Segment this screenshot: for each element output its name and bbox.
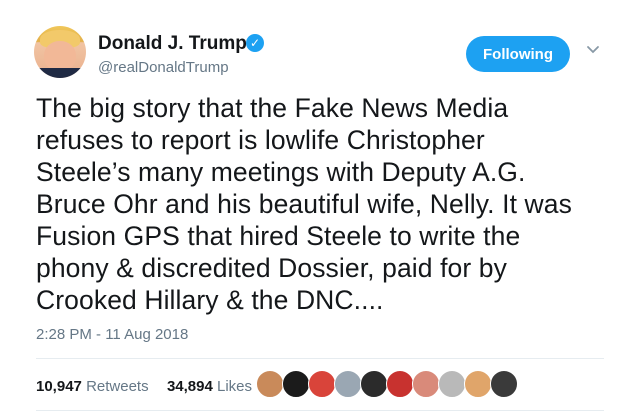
divider-top <box>36 358 604 359</box>
tweet-line: Fusion GPS that hired Steele to write th… <box>36 221 521 251</box>
likes-label[interactable]: Likes <box>217 378 252 395</box>
tweet-line: Bruce Ohr and his beautiful wife, Nelly.… <box>36 189 572 219</box>
liker-avatar-8[interactable] <box>438 370 466 398</box>
liker-avatar-4[interactable] <box>334 370 362 398</box>
liker-avatar-9[interactable] <box>464 370 492 398</box>
author-handle[interactable]: @realDonaldTrump <box>98 59 229 76</box>
tweet-timestamp[interactable]: 2:28 PM - 11 Aug 2018 <box>36 326 188 343</box>
liker-avatar-3[interactable] <box>308 370 336 398</box>
following-button[interactable]: Following <box>466 36 570 72</box>
retweets-label[interactable]: Retweets <box>86 378 149 395</box>
chevron-down-icon[interactable] <box>586 42 606 62</box>
liker-avatar-1[interactable] <box>256 370 284 398</box>
avatar-face <box>44 41 76 71</box>
tweet-line: Steele’s many meetings with Deputy A.G. <box>36 157 526 187</box>
tweet-line: phony & discredited Dossier, paid for by <box>36 253 507 283</box>
author-avatar[interactable] <box>34 26 86 78</box>
retweets-count[interactable]: 10,947 <box>36 378 82 395</box>
avatar-suit <box>34 68 86 78</box>
liker-avatar-7[interactable] <box>412 370 440 398</box>
liker-avatar-5[interactable] <box>360 370 388 398</box>
tweet-line: The big story that the Fake News Media <box>36 93 509 123</box>
liker-avatar-6[interactable] <box>386 370 414 398</box>
tweet-line: refuses to report is lowlife Christopher <box>36 125 485 155</box>
verified-badge-icon: ✓ <box>246 34 264 52</box>
tweet-line: Crooked Hillary & the DNC.... <box>36 285 384 315</box>
liker-avatar-2[interactable] <box>282 370 310 398</box>
engagement-stats: 10,947 Retweets 34,894 Likes <box>36 378 252 395</box>
likes-count[interactable]: 34,894 <box>167 378 213 395</box>
author-name[interactable]: Donald J. Trump <box>98 33 247 55</box>
liker-avatar-10[interactable] <box>490 370 518 398</box>
tweet-text: The big story that the Fake News Media r… <box>36 92 626 316</box>
divider-bottom <box>36 410 604 411</box>
